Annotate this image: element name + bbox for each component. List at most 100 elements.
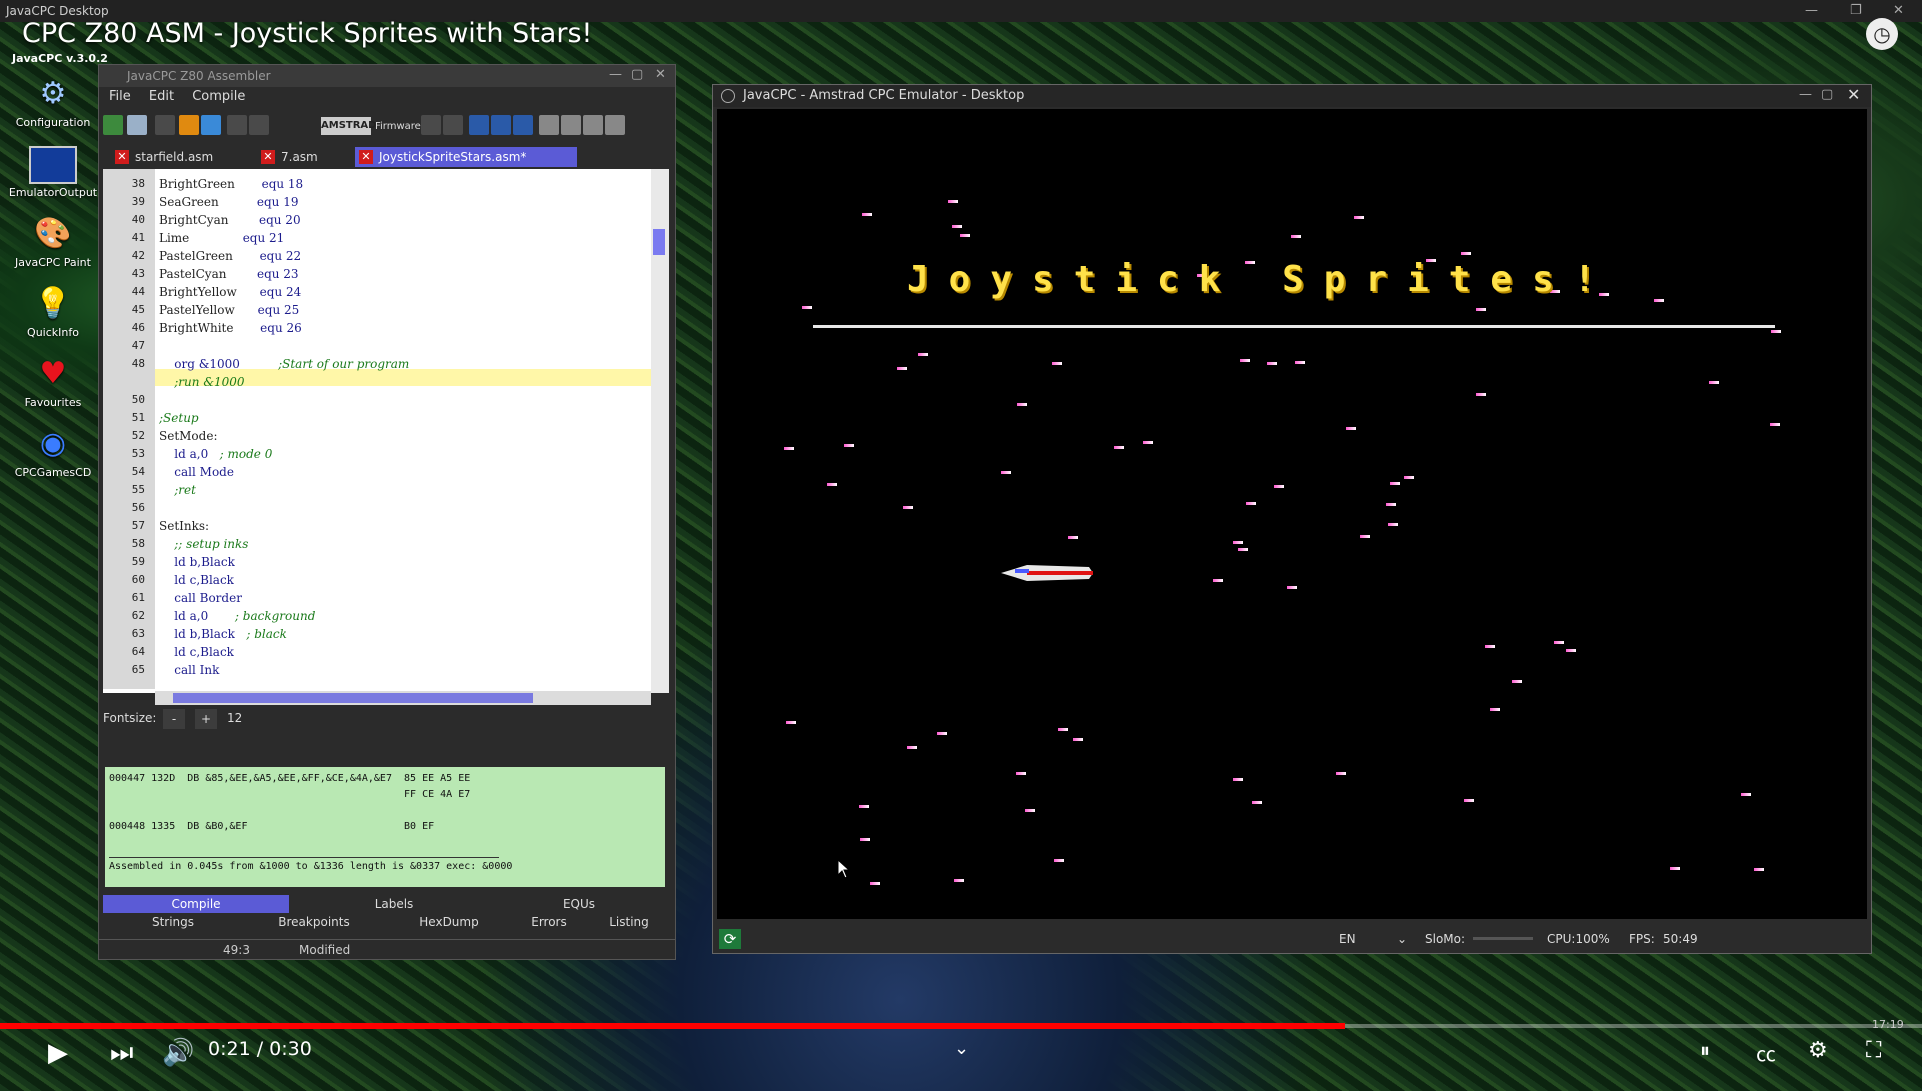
tab-labels[interactable]: Labels (309, 895, 479, 913)
desktop-icon-cpcgamescd[interactable]: ◉ CPCGamesCD (8, 424, 98, 479)
menu-file[interactable]: File (109, 89, 131, 104)
tab-hexdump[interactable]: HexDump (389, 913, 509, 931)
volume-icon[interactable]: 🔊 (162, 1038, 194, 1068)
close-tab-icon[interactable]: ✕ (359, 150, 373, 164)
code-instruction: equ 22 (259, 249, 302, 263)
star (1240, 359, 1251, 363)
desktop-icon-paint[interactable]: 🎨 JavaCPC Paint (8, 214, 98, 269)
code-editor[interactable]: BrightGreen equ 18 SeaGreen equ 19 BrightC… (103, 169, 669, 705)
save-icon[interactable] (155, 115, 175, 135)
desktop-icon-emulator-output[interactable]: EmulatorOutput (8, 146, 98, 199)
tab-compile[interactable]: Compile (103, 895, 289, 913)
fontsize-increase-button[interactable]: + (195, 709, 217, 729)
chevron-down-icon[interactable]: ⌄ (1397, 932, 1407, 946)
slomo-slider[interactable] (1473, 937, 1533, 940)
emulator-titlebar[interactable]: JavaCPC - Amstrad CPC Emulator - Desktop (713, 85, 1871, 107)
compile-output-panel: 000447 132D DB &85,&EE,&A5,&EE,&FF,&CE,&… (105, 767, 665, 887)
tab-equs[interactable]: EQUs (489, 895, 669, 913)
open-file-icon[interactable] (127, 115, 147, 135)
play-icon[interactable]: ▶ (48, 1038, 68, 1068)
captions-icon[interactable]: ㏄ (1756, 1038, 1776, 1067)
tag-icon[interactable] (605, 115, 625, 135)
uncomment-icon[interactable] (443, 115, 463, 135)
desktop-icon-favourites[interactable]: ♥ Favourites (8, 354, 98, 409)
code-instruction: equ 23 (256, 267, 299, 281)
settings-gear-icon[interactable] (227, 115, 247, 135)
close-tab-icon[interactable]: ✕ (261, 150, 275, 164)
watch-later-icon[interactable]: ◷ (1866, 18, 1898, 50)
code-instruction: equ 18 (261, 177, 304, 191)
settings-gear-icon[interactable]: ⚙ (1808, 1038, 1828, 1063)
fullscreen-icon[interactable]: ⛶ (1866, 1038, 1881, 1063)
assembler-titlebar[interactable]: JavaCPC Z80 Assembler (99, 65, 675, 87)
tab-7-asm[interactable]: ✕ 7.asm (257, 147, 353, 167)
close-icon[interactable]: ✕ (655, 67, 666, 82)
tab-starfield[interactable]: ✕ starfield.asm (111, 147, 265, 167)
star (952, 224, 963, 228)
minimize-icon[interactable]: — (1805, 0, 1818, 22)
menu-edit[interactable]: Edit (149, 89, 174, 104)
export-icon[interactable] (201, 115, 221, 135)
star (1753, 868, 1764, 872)
comment-icon[interactable] (421, 115, 441, 135)
star (1245, 502, 1256, 506)
arrow-down-icon[interactable] (513, 115, 533, 135)
chevron-down-icon[interactable]: ⌄ (954, 1038, 969, 1059)
star (1000, 470, 1011, 474)
fontsize-decrease-button[interactable]: - (163, 709, 185, 729)
star (1566, 649, 1577, 653)
close-icon[interactable]: ✕ (1847, 85, 1860, 104)
star (1386, 503, 1397, 507)
restore-icon[interactable]: ❐ (1850, 0, 1862, 22)
tag-icon[interactable] (583, 115, 603, 135)
line-number: 55 (131, 483, 145, 496)
firmware-label[interactable]: Firmware (375, 121, 421, 132)
menu-compile[interactable]: Compile (192, 89, 245, 104)
line-number: 61 (131, 591, 145, 604)
next-icon[interactable]: ⏭ (110, 1038, 133, 1069)
maximize-icon[interactable]: ▢ (1821, 87, 1833, 102)
tab-joystick-sprite-stars[interactable]: ✕ JoystickSpriteStars.asm* (355, 147, 577, 167)
close-icon[interactable]: ✕ (1893, 0, 1904, 22)
tab-errors[interactable]: Errors (509, 913, 589, 931)
arrow-left-icon[interactable] (469, 115, 489, 135)
tag-icon[interactable] (561, 115, 581, 135)
maximize-icon[interactable]: ▢ (631, 67, 643, 82)
star (936, 732, 947, 736)
desktop-icon-quickinfo[interactable]: 💡 QuickInfo (8, 284, 98, 339)
close-tab-icon[interactable]: ✕ (115, 150, 129, 164)
tab-strings[interactable]: Strings (103, 913, 243, 931)
vertical-scroll-thumb[interactable] (653, 229, 665, 255)
code-label (159, 555, 174, 569)
cursor-position: 49:3 (223, 943, 250, 957)
arrow-right-icon[interactable] (491, 115, 511, 135)
code-comment: ; background (208, 609, 316, 623)
code-label (159, 465, 174, 479)
code-label: BrightCyan (159, 213, 259, 227)
horizontal-scroll-thumb[interactable] (173, 693, 533, 703)
language-select[interactable]: EN (1339, 932, 1356, 946)
gear-icon[interactable] (249, 115, 269, 135)
heart-icon: ♥ (39, 356, 67, 391)
line-number: 43 (131, 267, 145, 280)
code-line: call Border (159, 591, 242, 605)
reset-icon[interactable]: ⟳ (719, 929, 741, 949)
tab-listing[interactable]: Listing (589, 913, 669, 931)
emulator-screen[interactable]: Joystick Sprites! (717, 109, 1867, 919)
code-comment: ; black (234, 627, 287, 641)
window-menu-icon[interactable] (721, 89, 735, 103)
video-progress-fill[interactable] (0, 1023, 1346, 1029)
minimize-icon[interactable]: — (1799, 87, 1812, 102)
minimize-icon[interactable]: — (609, 67, 622, 82)
tag-icon[interactable] (539, 115, 559, 135)
desktop-icon-configuration[interactable]: ⚙ Configuration (8, 74, 98, 129)
autoplay-toggle-icon[interactable]: ⏸ (1700, 1038, 1710, 1062)
new-file-icon[interactable] (103, 115, 123, 135)
tab-breakpoints[interactable]: Breakpoints (249, 913, 379, 931)
warning-icon[interactable] (179, 115, 199, 135)
code-label (159, 609, 174, 623)
code-line: ld c,Black (159, 645, 234, 659)
star (859, 838, 870, 842)
screen-title: Joystick Sprites! (907, 259, 1616, 300)
code-line: PastelCyan equ 23 (159, 267, 299, 281)
